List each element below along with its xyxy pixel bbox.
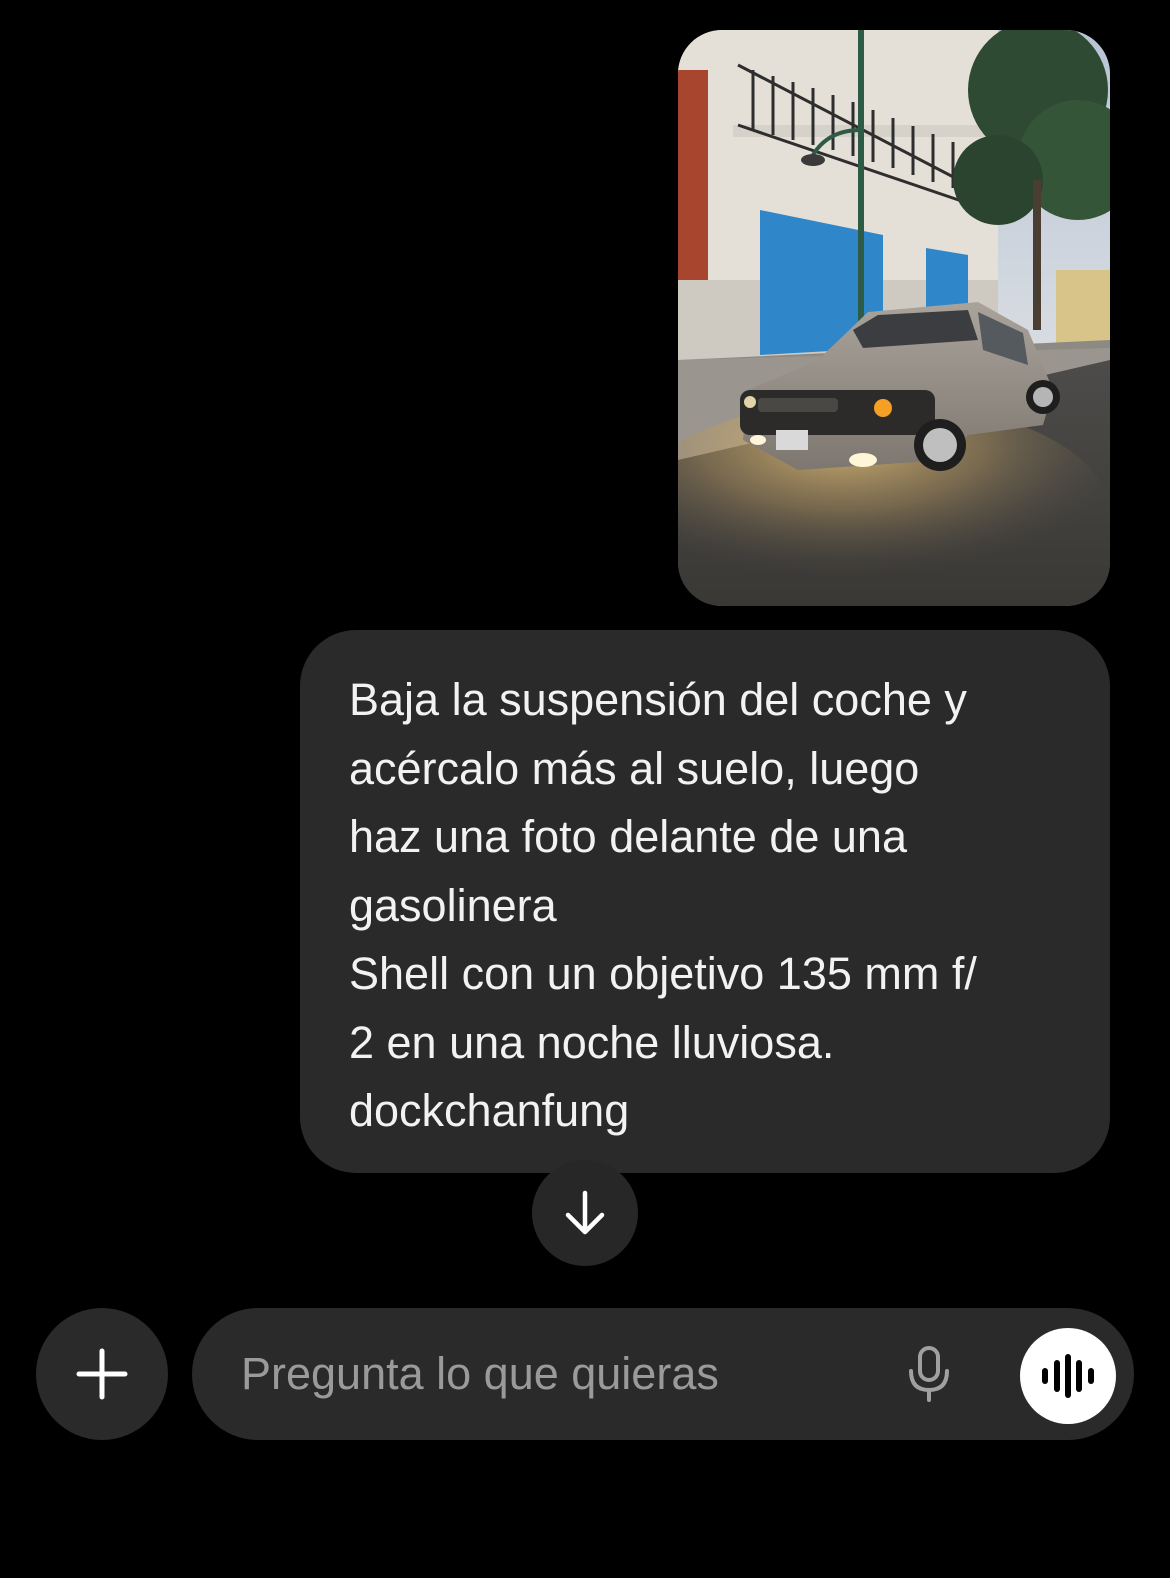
message-line: Shell con un objetivo 135 mm f/: [349, 948, 977, 999]
dictation-button[interactable]: [899, 1344, 959, 1404]
image-message[interactable]: [678, 30, 1110, 606]
user-message-bubble[interactable]: Baja la suspensión del coche y acércalo …: [300, 630, 1110, 1173]
message-line: Baja la suspensión del coche y: [349, 674, 967, 725]
microphone-icon: [909, 1346, 949, 1402]
plus-icon: [76, 1348, 128, 1400]
message-line: acércalo más al suelo, luego: [349, 742, 920, 794]
voice-mode-button[interactable]: [1020, 1328, 1116, 1424]
message-line: 2 en una noche lluviosa.: [349, 1016, 835, 1068]
arrow-down-icon: [565, 1190, 605, 1235]
scroll-to-bottom-button[interactable]: [532, 1160, 638, 1266]
voice-waveform-icon: [1042, 1354, 1094, 1398]
message-line: dockchanfung: [349, 1085, 630, 1136]
chat-screen: Baja la suspensión del coche y acércalo …: [0, 0, 1170, 1578]
message-composer: [192, 1308, 1134, 1440]
car-photo: [678, 30, 1110, 606]
add-attachment-button[interactable]: [36, 1308, 168, 1440]
message-line: haz una foto delante de una: [349, 811, 907, 862]
prompt-input[interactable]: [241, 1338, 881, 1410]
message-line: gasolinera: [349, 879, 557, 931]
